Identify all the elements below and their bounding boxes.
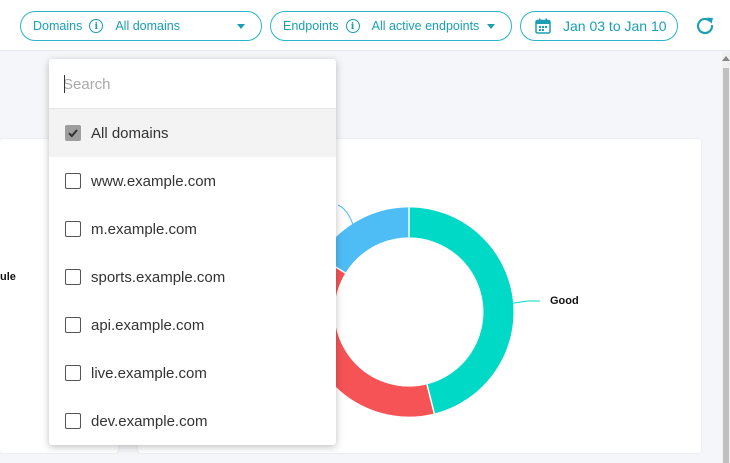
date-range-value: Jan 03 to Jan 10 xyxy=(563,18,667,34)
refresh-icon[interactable] xyxy=(693,14,717,38)
checkbox[interactable] xyxy=(65,269,81,285)
endpoints-filter[interactable]: Endpoints i All active endpoints xyxy=(270,11,512,41)
info-icon[interactable]: i xyxy=(345,19,360,33)
domain-option-label: dev.example.com xyxy=(91,412,208,430)
domain-option-label: api.example.com xyxy=(91,316,205,334)
domain-option[interactable]: live.example.com xyxy=(49,349,336,397)
domain-option-label: sports.example.com xyxy=(91,268,226,286)
domains-dropdown: All domains www.example.com m.example.com s… xyxy=(49,59,336,445)
domains-filter[interactable]: Domains i All domains xyxy=(20,11,262,41)
domain-option-label: m.example.com xyxy=(91,220,197,238)
domain-option-label: www.example.com xyxy=(91,172,217,190)
domain-option-label: All domains xyxy=(91,124,169,142)
search-input[interactable] xyxy=(63,72,318,96)
good-label: Good xyxy=(550,295,579,307)
checkmark-icon xyxy=(68,129,78,138)
domain-option[interactable]: sports.example.com xyxy=(49,253,336,301)
donut-segment-bad xyxy=(304,257,435,417)
domain-option-label: live.example.com xyxy=(91,364,207,382)
domain-option[interactable]: dev.example.com xyxy=(49,397,336,445)
checkbox[interactable] xyxy=(65,365,81,381)
domains-filter-value: All domains xyxy=(115,19,180,33)
domain-option[interactable]: m.example.com xyxy=(49,205,336,253)
donut-segment-good xyxy=(408,207,514,414)
domain-list: All domains www.example.com m.example.com s… xyxy=(49,109,336,445)
filter-bar: Domains i All domains Endpoints i All ac… xyxy=(0,0,730,51)
domain-option[interactable]: All domains xyxy=(49,109,336,157)
checkbox[interactable] xyxy=(65,173,81,189)
checkbox[interactable] xyxy=(65,221,81,237)
checkbox[interactable] xyxy=(65,317,81,333)
chevron-down-icon xyxy=(487,24,495,29)
scrollbar-thumb[interactable] xyxy=(723,68,729,463)
scroll-up-arrow[interactable] xyxy=(722,56,730,61)
checkbox-checked[interactable] xyxy=(65,125,81,141)
domain-option[interactable]: api.example.com xyxy=(49,301,336,349)
dropdown-search xyxy=(49,59,336,109)
info-icon[interactable]: i xyxy=(89,19,104,33)
checkbox[interactable] xyxy=(65,413,81,429)
chevron-down-icon xyxy=(237,24,245,29)
chart-label: ule xyxy=(0,271,16,283)
endpoints-filter-value: All active endpoints xyxy=(371,19,480,33)
calendar-icon xyxy=(535,18,551,34)
text-cursor xyxy=(64,75,65,93)
domain-option[interactable]: www.example.com xyxy=(49,157,336,205)
date-range-picker[interactable]: Jan 03 to Jan 10 xyxy=(520,11,678,41)
donut-segment-other xyxy=(319,207,410,274)
domains-filter-label: Domains xyxy=(33,19,83,33)
endpoints-filter-label: Endpoints xyxy=(283,19,339,33)
